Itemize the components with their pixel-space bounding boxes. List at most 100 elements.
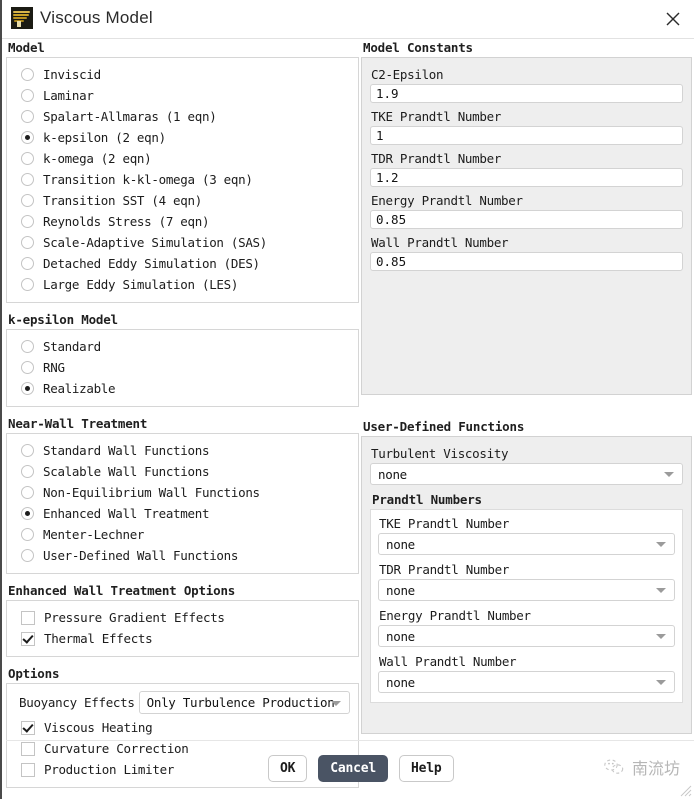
udf-energy-prandtl-number-label: Energy Prandtl Number — [379, 608, 531, 623]
udf-tke-prandtl-number-dropdown[interactable]: none — [378, 533, 675, 555]
udf-energy-prandtl-number-dropdown[interactable]: none — [378, 625, 675, 647]
radio-detached-eddy-simulation[interactable] — [21, 257, 34, 270]
radio-non-equilibrium-wall-functions[interactable] — [21, 486, 34, 499]
radio-k-omega[interactable] — [21, 152, 34, 165]
radio-row-reynolds-stress[interactable]: Reynolds Stress (7 eqn) — [15, 211, 350, 232]
radio-row-enhanced-wall-treatment[interactable]: Enhanced Wall Treatment — [15, 503, 350, 524]
radio-row-laminar[interactable]: Laminar — [15, 85, 350, 106]
radio-label: Scalable Wall Functions — [43, 464, 210, 479]
prandtl-numbers-group: TKE Prandtl Number none TDR Prandtl Numb… — [370, 509, 683, 703]
checkbox-row-thermal-effects[interactable]: Thermal Effects — [15, 628, 350, 649]
radio-scale-adaptive-simulation[interactable] — [21, 236, 34, 249]
radio-row-non-equilibrium-wall-functions[interactable]: Non-Equilibrium Wall Functions — [15, 482, 350, 503]
help-button[interactable]: Help — [399, 755, 454, 782]
model-constants-group: C2-Epsilon 1.9 TKE Prandtl Number 1 TDR … — [361, 57, 692, 395]
radio-standard[interactable] — [21, 340, 34, 353]
ok-button[interactable]: OK — [268, 755, 308, 782]
left-column: Model Inviscid Laminar Spalart-Allmaras … — [6, 40, 359, 788]
turbulent-viscosity-dropdown[interactable]: none — [370, 463, 683, 485]
udf-wall-prandtl-number-dropdown[interactable]: none — [378, 671, 675, 693]
wall-prandtl-number-input[interactable]: 0.85 — [370, 252, 683, 271]
radio-scalable-wall-functions[interactable] — [21, 465, 34, 478]
energy-prandtl-number-label: Energy Prandtl Number — [371, 193, 523, 208]
radio-inviscid[interactable] — [21, 68, 34, 81]
checkbox-pressure-gradient-effects[interactable] — [21, 610, 35, 625]
radio-label: Spalart-Allmaras (1 eqn) — [43, 109, 217, 124]
buoyancy-effects-row: Buoyancy Effects Only Turbulence Product… — [15, 691, 350, 714]
dialog-footer: OK Cancel Help 南流坊 — [6, 740, 694, 799]
close-icon[interactable] — [660, 6, 686, 32]
energy-prandtl-number-input[interactable]: 0.85 — [370, 210, 683, 229]
checkbox-thermal-effects[interactable] — [21, 631, 35, 646]
user-defined-functions-group-title: User-Defined Functions — [363, 419, 525, 434]
turbulent-viscosity-label: Turbulent Viscosity — [371, 446, 509, 461]
radio-rng[interactable] — [21, 361, 34, 374]
checkbox-viscous-heating[interactable] — [21, 720, 35, 735]
radio-row-des[interactable]: Detached Eddy Simulation (DES) — [15, 253, 350, 274]
wechat-icon — [604, 759, 624, 774]
tke-prandtl-number-label: TKE Prandtl Number — [371, 109, 502, 124]
watermark-text: 南流坊 — [631, 759, 680, 778]
buoyancy-effects-dropdown[interactable]: Only Turbulence Production — [138, 691, 350, 714]
model-group: Inviscid Laminar Spalart-Allmaras (1 eqn… — [6, 57, 359, 303]
radio-label: k-epsilon (2 eqn) — [43, 130, 166, 145]
checkbox-row-pressure-gradient-effects[interactable]: Pressure Gradient Effects — [15, 607, 350, 628]
radio-transition-k-kl-omega[interactable] — [21, 173, 34, 186]
radio-label: k-omega (2 eqn) — [43, 151, 152, 166]
radio-row-spalart-allmaras[interactable]: Spalart-Allmaras (1 eqn) — [15, 106, 350, 127]
radio-row-inviscid[interactable]: Inviscid — [15, 64, 350, 85]
radio-row-k-omega[interactable]: k-omega (2 eqn) — [15, 148, 350, 169]
resize-grip[interactable] — [678, 783, 692, 797]
enhanced-wall-treatment-options-group-title: Enhanced Wall Treatment Options — [8, 583, 236, 598]
udf-tdr-prandtl-number-label: TDR Prandtl Number — [379, 562, 510, 577]
radio-row-realizable[interactable]: Realizable — [15, 378, 350, 399]
radio-row-standard[interactable]: Standard — [15, 336, 350, 357]
udf-tdr-prandtl-number-value: none — [386, 582, 415, 598]
options-group-title: Options — [8, 666, 60, 681]
chevron-down-icon — [656, 634, 666, 639]
checkbox-row-viscous-heating[interactable]: Viscous Heating — [15, 717, 350, 738]
c2-epsilon-input[interactable]: 1.9 — [370, 84, 683, 103]
checkbox-label: Pressure Gradient Effects — [44, 610, 225, 625]
radio-row-menter-lechner[interactable]: Menter-Lechner — [15, 524, 350, 545]
radio-label: Inviscid — [43, 67, 101, 82]
radio-k-epsilon[interactable] — [21, 131, 34, 144]
udf-wall-prandtl-number-label: Wall Prandtl Number — [379, 654, 517, 669]
radio-enhanced-wall-treatment[interactable] — [21, 507, 34, 520]
enhanced-wall-treatment-options-group: Pressure Gradient Effects Thermal Effect… — [6, 600, 359, 657]
cancel-button[interactable]: Cancel — [318, 755, 389, 782]
radio-reynolds-stress[interactable] — [21, 215, 34, 228]
prandtl-numbers-sub-title: Prandtl Numbers — [372, 492, 482, 507]
radio-row-transition-sst[interactable]: Transition SST (4 eqn) — [15, 190, 350, 211]
radio-row-transition-k-kl-omega[interactable]: Transition k-kl-omega (3 eqn) — [15, 169, 350, 190]
tdr-prandtl-number-input[interactable]: 1.2 — [370, 168, 683, 187]
window-title: Viscous Model — [40, 8, 153, 27]
radio-user-defined-wall-functions[interactable] — [21, 549, 34, 562]
chevron-down-icon — [664, 472, 674, 477]
radio-row-les[interactable]: Large Eddy Simulation (LES) — [15, 274, 350, 295]
tke-prandtl-number-input[interactable]: 1 — [370, 126, 683, 145]
radio-row-sas[interactable]: Scale-Adaptive Simulation (SAS) — [15, 232, 350, 253]
radio-label: Large Eddy Simulation (LES) — [43, 277, 239, 292]
radio-large-eddy-simulation[interactable] — [21, 278, 34, 291]
radio-laminar[interactable] — [21, 89, 34, 102]
udf-wall-prandtl-number-value: none — [386, 674, 415, 690]
radio-menter-lechner[interactable] — [21, 528, 34, 541]
udf-energy-prandtl-number-value: none — [386, 628, 415, 644]
radio-realizable[interactable] — [21, 382, 34, 395]
radio-row-scalable-wall-functions[interactable]: Scalable Wall Functions — [15, 461, 350, 482]
buoyancy-effects-value: Only Turbulence Production — [146, 695, 335, 710]
radio-standard-wall-functions[interactable] — [21, 444, 34, 457]
radio-spalart-allmaras[interactable] — [21, 110, 34, 123]
fluent-app-icon — [11, 7, 33, 29]
radio-label: RNG — [43, 360, 65, 375]
right-column: Model Constants C2-Epsilon 1.9 TKE Prand… — [361, 40, 692, 734]
radio-transition-sst[interactable] — [21, 194, 34, 207]
watermark: 南流坊 — [603, 755, 680, 779]
near-wall-treatment-group-title: Near-Wall Treatment — [8, 416, 148, 431]
radio-row-k-epsilon[interactable]: k-epsilon (2 eqn) — [15, 127, 350, 148]
radio-row-user-defined-wall-functions[interactable]: User-Defined Wall Functions — [15, 545, 350, 566]
radio-row-standard-wall-functions[interactable]: Standard Wall Functions — [15, 440, 350, 461]
udf-tdr-prandtl-number-dropdown[interactable]: none — [378, 579, 675, 601]
radio-row-rng[interactable]: RNG — [15, 357, 350, 378]
